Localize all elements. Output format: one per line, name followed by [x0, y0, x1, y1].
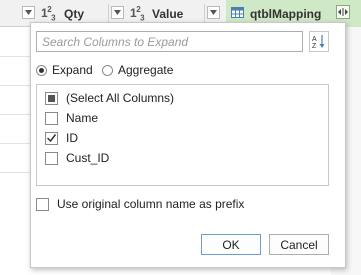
- column-filter-dropdown[interactable]: [207, 6, 220, 19]
- column-name-value[interactable]: Value: [152, 7, 183, 21]
- name-checkbox[interactable]: [45, 111, 58, 125]
- list-item-label: (Select All Columns): [66, 91, 175, 105]
- grid-row-line: [0, 85, 30, 86]
- list-item-cust-id[interactable]: Cust_ID: [45, 150, 109, 166]
- grid-row-line: [0, 143, 30, 144]
- list-item-label: Cust_ID: [66, 151, 110, 165]
- aggregate-radio[interactable]: [102, 64, 113, 76]
- column-divider: [204, 4, 205, 23]
- list-item-id[interactable]: ID: [45, 130, 78, 146]
- list-item-name[interactable]: Name: [45, 110, 98, 126]
- list-item-select-all[interactable]: (Select All Columns): [45, 90, 174, 106]
- chevron-down-icon: [114, 10, 121, 15]
- svg-text:Z: Z: [312, 43, 317, 49]
- cust-id-checkbox[interactable]: [45, 151, 58, 165]
- aggregate-radio-option[interactable]: Aggregate: [102, 63, 173, 77]
- cancel-button[interactable]: Cancel: [269, 234, 329, 255]
- expand-radio[interactable]: [36, 64, 47, 76]
- table-icon: [231, 7, 244, 21]
- list-item-label: Name: [66, 111, 99, 125]
- column-divider: [108, 4, 109, 23]
- id-checkbox[interactable]: [45, 131, 58, 145]
- columns-list: (Select All Columns) Name ID Cust_ID: [36, 84, 329, 186]
- grid-row-line: [0, 56, 30, 57]
- grid-row-line: [0, 172, 30, 173]
- aggregate-radio-label: Aggregate: [118, 63, 174, 77]
- search-columns-input[interactable]: [36, 31, 303, 52]
- sort-az-icon: A Z: [312, 35, 325, 49]
- column-filter-dropdown[interactable]: [111, 6, 124, 19]
- expand-arrows-icon: [338, 8, 348, 16]
- chevron-down-icon: [210, 10, 217, 15]
- expand-columns-popup: A Z Expand Aggregate (Select All Columns…: [30, 22, 346, 268]
- expand-column-button[interactable]: [336, 5, 350, 19]
- number-type-icon[interactable]: 123: [130, 5, 145, 22]
- select-all-checkbox[interactable]: [45, 91, 58, 105]
- expand-radio-option[interactable]: Expand: [36, 63, 93, 77]
- grid-row-line: [0, 114, 30, 115]
- use-prefix-option[interactable]: Use original column name as prefix: [36, 197, 244, 211]
- sort-az-button[interactable]: A Z: [309, 31, 329, 52]
- list-item-label: ID: [66, 131, 78, 145]
- use-prefix-label: Use original column name as prefix: [57, 197, 245, 211]
- chevron-down-icon: [25, 10, 32, 15]
- use-prefix-checkbox[interactable]: [36, 197, 49, 211]
- ok-button[interactable]: OK: [201, 234, 261, 255]
- checkmark-icon: [47, 134, 56, 142]
- column-name-qty[interactable]: Qty: [64, 7, 84, 21]
- column-name-qtblmapping: qtblMapping: [250, 7, 322, 21]
- column-filter-dropdown[interactable]: [22, 6, 35, 19]
- expand-radio-label: Expand: [52, 63, 93, 77]
- svg-text:A: A: [312, 36, 317, 43]
- number-type-icon[interactable]: 123: [41, 5, 56, 22]
